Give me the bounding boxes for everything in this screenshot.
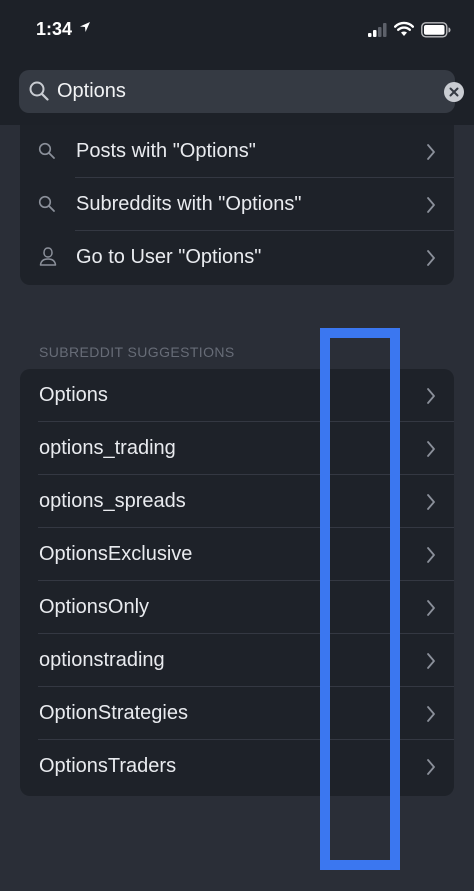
chevron-right-icon (427, 494, 435, 510)
search-icon (29, 81, 49, 101)
go-to-user-row[interactable]: Go to User "Options" (20, 231, 454, 284)
highlight-box (320, 328, 400, 870)
subreddit-name: OptionsOnly (39, 596, 150, 618)
status-time: 1:34 (36, 19, 73, 39)
location-arrow-icon (80, 22, 90, 32)
search-icon (38, 195, 55, 212)
subreddit-name: Options (39, 384, 108, 406)
subreddit-name: optionstrading (39, 649, 165, 671)
search-bar[interactable] (19, 70, 464, 113)
top-bar: 1:34 (0, 0, 474, 125)
subreddit-name: options_spreads (39, 490, 186, 512)
wifi-icon (394, 21, 414, 36)
cellular-signal-icon (368, 23, 387, 37)
chevron-right-icon (427, 250, 435, 266)
clear-search-button[interactable] (444, 82, 464, 102)
subreddit-name: options_trading (39, 437, 176, 459)
subreddit-name: OptionsTraders (39, 755, 177, 777)
chevron-right-icon (427, 547, 435, 563)
subreddit-name: OptionsExclusive (39, 543, 193, 565)
close-icon (449, 87, 459, 97)
chevron-right-icon (427, 197, 435, 213)
chevron-right-icon (427, 388, 435, 404)
search-input[interactable] (57, 76, 417, 106)
user-icon (39, 247, 57, 266)
chevron-right-icon (427, 600, 435, 616)
chevron-right-icon (427, 144, 435, 160)
search-icon (38, 142, 55, 159)
search-posts-label: Posts with "Options" (76, 140, 256, 162)
subreddit-name: OptionStrategies (39, 702, 188, 724)
search-subreddits-row[interactable]: Subreddits with "Options" (20, 178, 454, 231)
chevron-right-icon (427, 653, 435, 669)
status-bar: 1:34 (0, 0, 474, 60)
search-actions-list: Posts with "Options" Subreddits with "Op… (20, 125, 454, 285)
go-to-user-label: Go to User "Options" (76, 246, 262, 268)
chevron-right-icon (427, 706, 435, 722)
search-posts-row[interactable]: Posts with "Options" (20, 125, 454, 178)
subreddit-suggestions-header: SUBREDDIT SUGGESTIONS (39, 344, 235, 360)
chevron-right-icon (427, 441, 435, 457)
chevron-right-icon (427, 759, 435, 775)
search-subreddits-label: Subreddits with "Options" (76, 193, 302, 215)
battery-icon (421, 22, 451, 38)
